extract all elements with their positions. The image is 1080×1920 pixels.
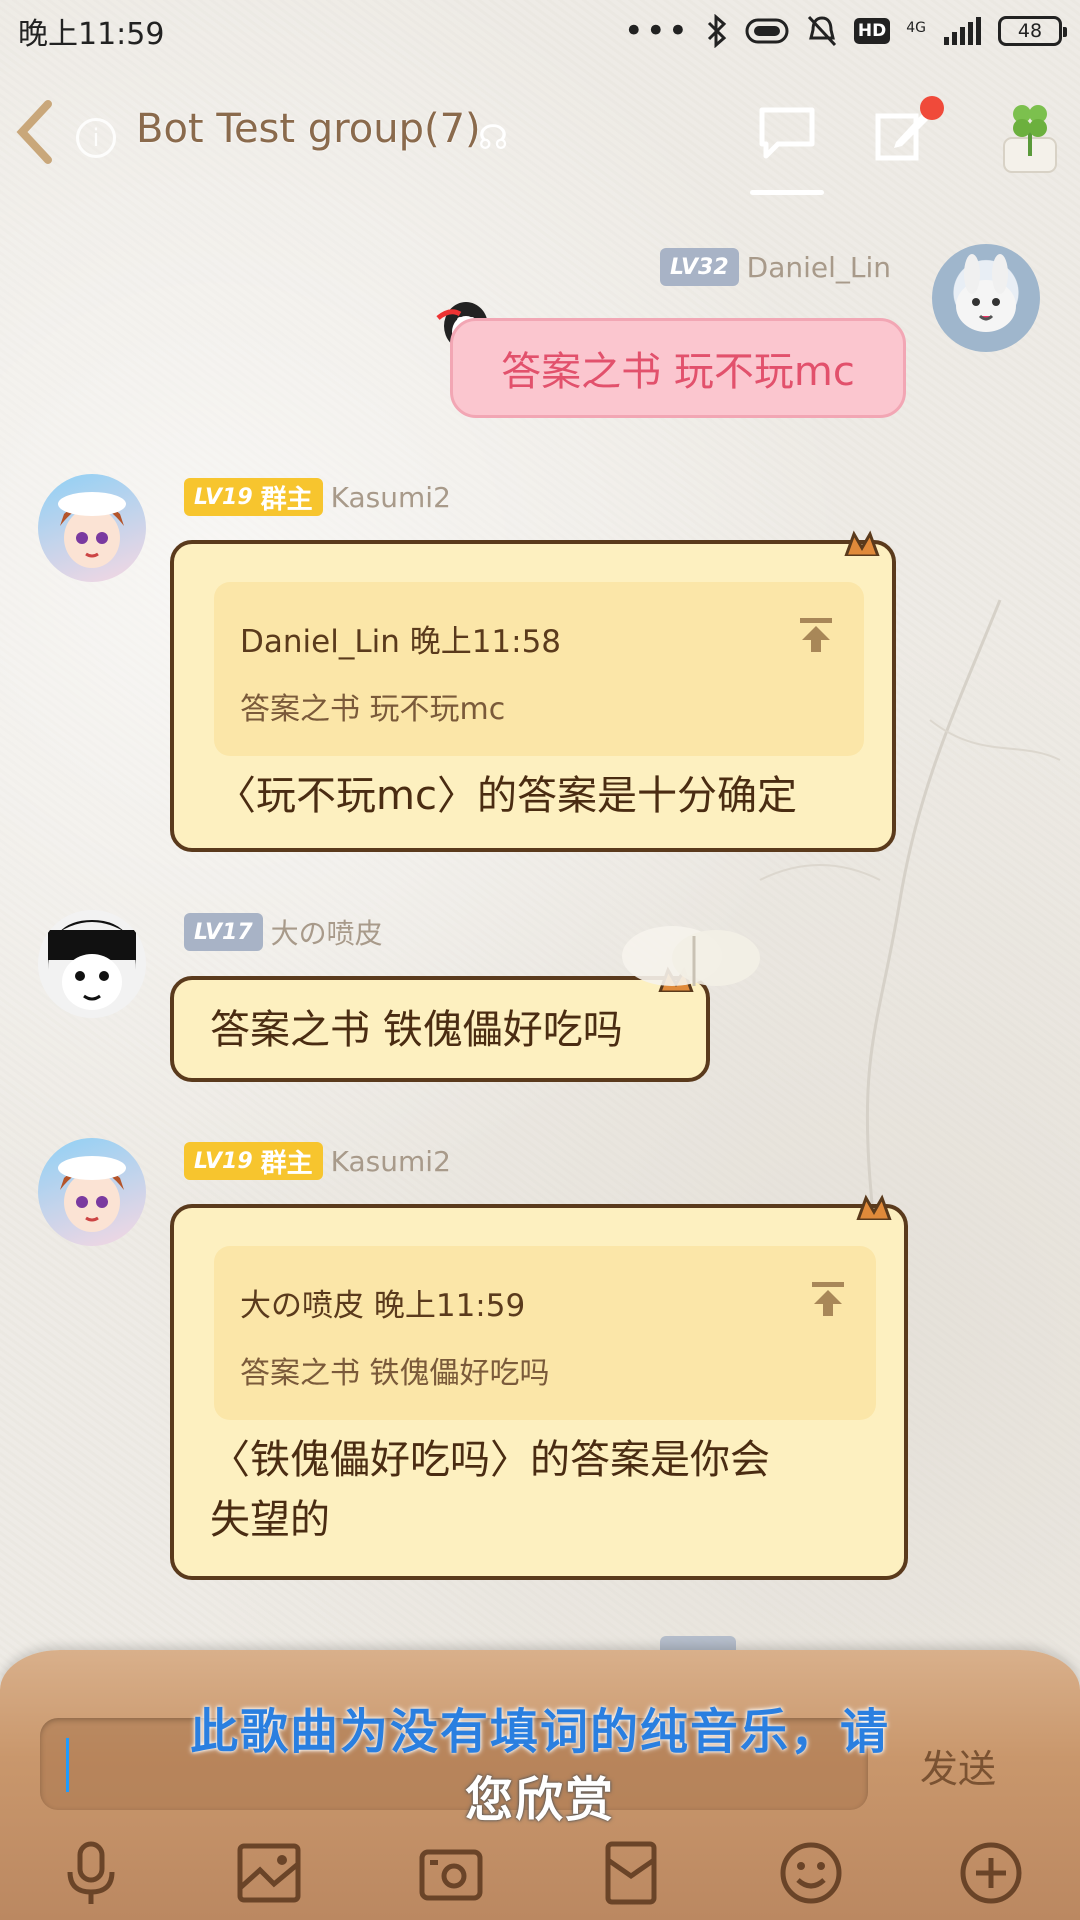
group-title[interactable]: Bot Test group(7) xyxy=(136,106,481,152)
moth-decoration xyxy=(622,926,760,986)
camera-icon[interactable] xyxy=(416,1838,486,1908)
message-meta: LV19 群主 Kasumi2 xyxy=(184,478,451,516)
quoted-message[interactable]: 大の喷皮 晚上11:59 答案之书 铁傀儡好吃吗 xyxy=(214,1246,876,1420)
jump-to-original-icon[interactable] xyxy=(808,1278,848,1318)
mute-bell-icon xyxy=(807,15,836,47)
avatar-kasumi[interactable] xyxy=(38,474,146,582)
clover-pot-icon[interactable] xyxy=(998,96,1062,176)
battery-icon: 48 xyxy=(998,16,1067,46)
message-text: 答案之书 铁傀儡好吃吗 xyxy=(210,1007,623,1053)
level-text: LV19 xyxy=(194,484,253,510)
sender-name[interactable]: Daniel_Lin xyxy=(747,251,891,284)
sender-name[interactable]: Kasumi2 xyxy=(331,1145,451,1178)
bluetooth-icon xyxy=(707,14,727,48)
anime-girl-avatar-image xyxy=(58,1156,126,1232)
message-bubble-pink[interactable]: 答案之书 玩不玩mc xyxy=(450,318,906,418)
message-text-line2: 失望的 xyxy=(210,1497,330,1543)
avatar-daniel[interactable] xyxy=(932,244,1040,352)
status-icons: ••• HD 4G 48 xyxy=(623,11,1067,51)
avatar-kasumi[interactable] xyxy=(38,1138,146,1246)
lyric-overlay-line1: 此歌曲为没有填词的纯音乐，请 xyxy=(189,1704,890,1760)
message-meta: LV32 Daniel_Lin xyxy=(660,248,891,286)
microphone-icon[interactable] xyxy=(56,1838,126,1908)
chat-background xyxy=(0,0,1080,1920)
message-meta: LV19 群主 Kasumi2 xyxy=(184,1142,451,1180)
status-time: 晚上11:59 xyxy=(18,17,165,52)
active-tab-indicator xyxy=(750,190,824,195)
level-badge: LV32 xyxy=(660,248,739,286)
back-arrow-icon[interactable] xyxy=(14,100,54,164)
chat-header: i Bot Test group(7) ☊ xyxy=(0,70,1080,200)
ear-mute-icon: ☊ xyxy=(478,118,509,158)
message-text: 答案之书 玩不玩mc xyxy=(501,349,855,395)
cat-ear-decoration xyxy=(844,530,880,556)
quote-header: 大の喷皮 晚上11:59 xyxy=(240,1288,526,1324)
quoted-message[interactable]: Daniel_Lin 晚上11:58 答案之书 玩不玩mc xyxy=(214,582,864,756)
bunny-avatar-image xyxy=(956,254,1016,332)
signal-icon xyxy=(944,17,981,45)
hd-badge: HD xyxy=(853,18,891,44)
owner-role-label: 群主 xyxy=(260,1148,313,1179)
chat-tab-icon[interactable] xyxy=(758,106,816,160)
quote-text: 答案之书 铁傀儡好吃吗 xyxy=(240,1356,550,1391)
message-text-line1: 〈铁傀儡好吃吗〉的答案是你会 xyxy=(210,1437,770,1483)
plus-icon[interactable] xyxy=(956,1838,1026,1908)
level-badge: LV19 群主 xyxy=(184,478,323,516)
message-meta: LV17 大の喷皮 xyxy=(184,912,383,952)
message-text: 〈玩不玩mc〉的答案是十分确定 xyxy=(216,773,797,819)
battery-level: 48 xyxy=(1017,20,1043,42)
anime-girl-avatar-image xyxy=(58,492,126,568)
message-bubble-cream[interactable]: Daniel_Lin 晚上11:58 答案之书 玩不玩mc 〈玩不玩mc〉的答案… xyxy=(170,530,896,852)
level-badge: LV17 xyxy=(184,913,263,951)
input-toolbar xyxy=(0,1830,1080,1920)
lyric-overlay-line2: 您欣赏 xyxy=(464,1772,615,1828)
red-envelope-icon[interactable] xyxy=(596,1838,666,1908)
image-icon[interactable] xyxy=(234,1838,304,1908)
manga-avatar-image xyxy=(38,910,146,1018)
info-icon[interactable]: i xyxy=(76,118,116,158)
more-dots-icon: ••• xyxy=(623,11,690,51)
status-bar: 晚上11:59 ••• HD 4G 48 xyxy=(0,0,1080,62)
vibrate-icon xyxy=(745,18,789,44)
quote-header: Daniel_Lin 晚上11:58 xyxy=(240,624,562,660)
jump-to-original-icon[interactable] xyxy=(796,614,836,654)
message-bubble-cream[interactable]: 大の喷皮 晚上11:59 答案之书 铁傀儡好吃吗 〈铁傀儡好吃吗〉的答案是你会 … xyxy=(170,1194,908,1580)
owner-role-label: 群主 xyxy=(260,484,313,515)
notification-dot xyxy=(920,96,944,120)
sender-name[interactable]: 大の喷皮 xyxy=(271,912,383,952)
network-label: 4G xyxy=(906,20,926,36)
quote-text: 答案之书 玩不玩mc xyxy=(240,692,506,727)
emoji-icon[interactable] xyxy=(776,1838,846,1908)
sender-name[interactable]: Kasumi2 xyxy=(331,481,451,514)
level-text: LV19 xyxy=(194,1148,253,1174)
avatar-penpi[interactable] xyxy=(38,910,146,1018)
cat-ear-decoration xyxy=(856,1194,892,1220)
level-badge: LV19 群主 xyxy=(184,1142,323,1180)
